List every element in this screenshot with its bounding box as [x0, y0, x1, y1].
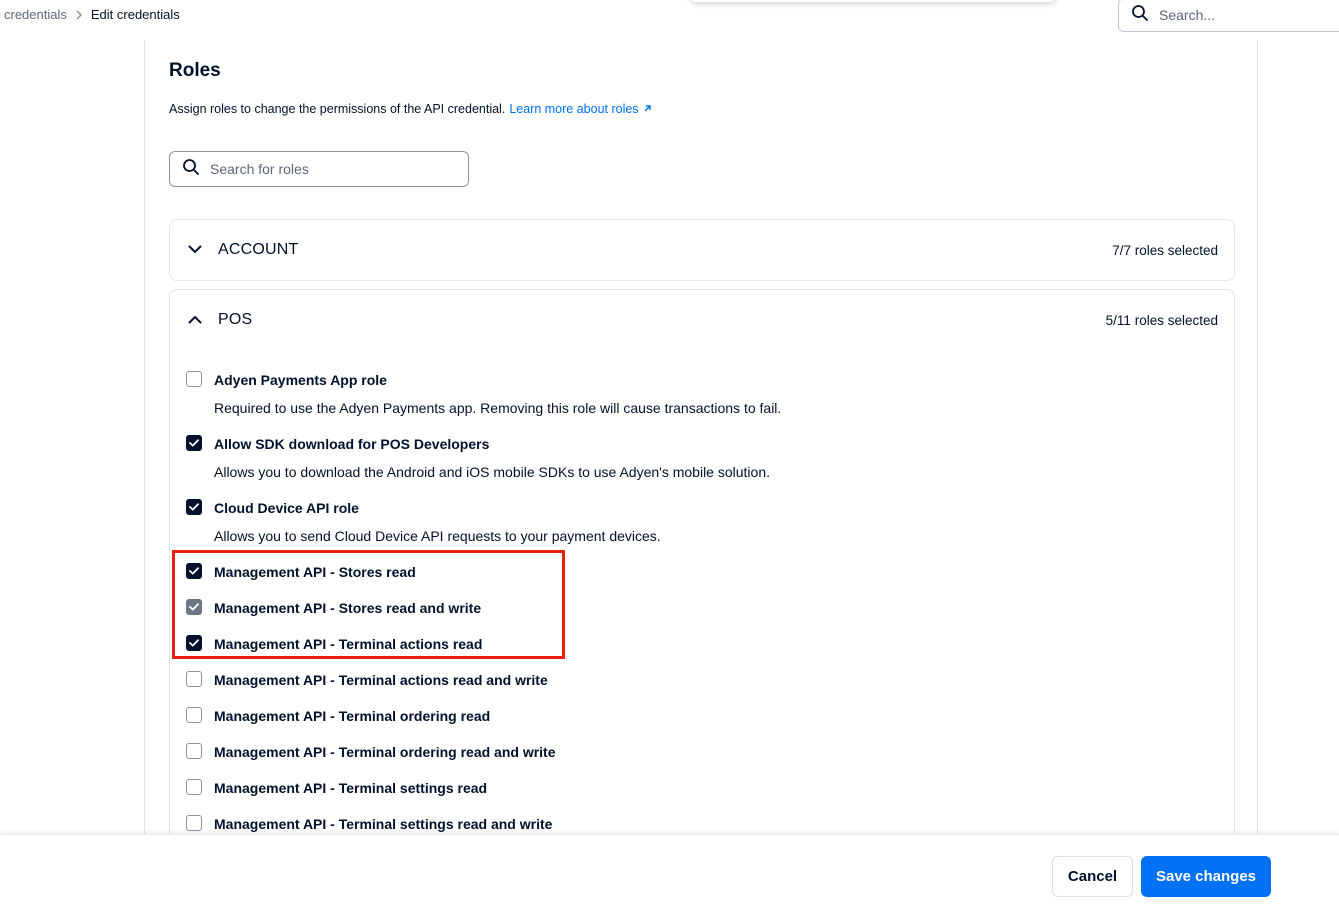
dropdown-popover-edge	[690, 0, 1056, 2]
role-group-account-header[interactable]: ACCOUNT 7/7 roles selected	[170, 220, 1234, 280]
role-item: Management API - Terminal ordering read …	[170, 734, 1234, 770]
role-group-name: POS	[218, 311, 253, 328]
role-checkbox[interactable]	[186, 635, 202, 651]
role-item: Management API - Stores read and write	[170, 590, 1234, 626]
role-label: Cloud Device API role	[214, 500, 359, 516]
learn-more-link[interactable]: Learn more about roles	[509, 102, 651, 116]
role-item: Management API - Terminal settings read	[170, 770, 1234, 806]
checkmark-icon	[189, 567, 199, 575]
role-checkbox[interactable]	[186, 815, 202, 831]
global-search-input[interactable]	[1159, 7, 1319, 23]
role-label: Management API - Terminal ordering read	[214, 708, 491, 724]
role-checkbox[interactable]	[186, 371, 202, 387]
role-label: Management API - Terminal settings read …	[214, 816, 553, 832]
global-search[interactable]	[1118, 0, 1339, 32]
role-group-name: ACCOUNT	[218, 241, 299, 258]
role-row[interactable]: Management API - Stores read	[170, 554, 1234, 590]
checkmark-icon	[189, 603, 199, 611]
role-list: Adyen Payments App role Required to use …	[170, 362, 1234, 842]
role-group-account: ACCOUNT 7/7 roles selected	[169, 219, 1235, 281]
role-row[interactable]: Management API - Terminal ordering read …	[170, 734, 1234, 770]
role-item: Management API - Terminal actions read a…	[170, 662, 1234, 698]
roles-description: Assign roles to change the permissions o…	[169, 102, 652, 116]
search-icon	[182, 158, 200, 181]
role-item: Management API - Stores read	[170, 554, 1234, 590]
role-group-count: 5/11 roles selected	[1105, 312, 1218, 328]
role-checkbox[interactable]	[186, 563, 202, 579]
role-row[interactable]: Adyen Payments App role	[170, 362, 1234, 398]
roles-description-text: Assign roles to change the permissions o…	[169, 102, 506, 116]
role-description: Required to use the Adyen Payments app. …	[214, 400, 782, 416]
role-item: Allow SDK download for POS Developers Al…	[170, 426, 1234, 490]
role-checkbox[interactable]	[186, 779, 202, 795]
chevron-down-icon	[186, 240, 204, 258]
role-checkbox[interactable]	[186, 499, 202, 515]
role-label: Allow SDK download for POS Developers	[214, 436, 490, 452]
role-row[interactable]: Management API - Terminal actions read a…	[170, 662, 1234, 698]
chevron-up-icon	[186, 310, 204, 328]
role-label: Management API - Stores read and write	[214, 600, 482, 616]
checkmark-icon	[189, 639, 199, 647]
cancel-button[interactable]: Cancel	[1052, 856, 1133, 897]
role-row[interactable]: Cloud Device API role	[170, 490, 1234, 526]
role-checkbox[interactable]	[186, 743, 202, 759]
roles-title: Roles	[169, 60, 221, 81]
role-row[interactable]: Management API - Terminal settings read	[170, 770, 1234, 806]
role-checkbox[interactable]	[186, 435, 202, 451]
role-group-count: 7/7 roles selected	[1112, 242, 1218, 258]
save-changes-button[interactable]: Save changes	[1141, 856, 1271, 897]
role-checkbox[interactable]	[186, 671, 202, 687]
breadcrumb-current: Edit credentials	[90, 7, 180, 22]
role-label: Management API - Stores read	[214, 564, 416, 580]
role-item: Cloud Device API role Allows you to send…	[170, 490, 1234, 554]
role-search-field[interactable]	[169, 151, 469, 187]
role-row[interactable]: Management API - Stores read and write	[170, 590, 1234, 626]
role-label: Adyen Payments App role	[214, 372, 387, 388]
chevron-right-icon	[75, 9, 83, 20]
role-checkbox[interactable]	[186, 599, 202, 615]
role-label: Management API - Terminal actions read a…	[214, 672, 548, 688]
role-group-pos: POS 5/11 roles selected Adyen Payments A…	[169, 289, 1235, 889]
role-label: Management API - Terminal actions read	[214, 636, 483, 652]
role-row[interactable]: Allow SDK download for POS Developers	[170, 426, 1234, 462]
role-description: Allows you to download the Android and i…	[214, 464, 770, 480]
bottom-action-bar: Cancel Save changes	[0, 834, 1339, 912]
checkmark-icon	[189, 503, 199, 511]
role-description: Allows you to send Cloud Device API requ…	[214, 528, 661, 544]
checkmark-icon	[189, 439, 199, 447]
role-row[interactable]: Management API - Terminal ordering read	[170, 698, 1234, 734]
role-row[interactable]: Management API - Terminal actions read	[170, 626, 1234, 662]
role-label: Management API - Terminal settings read	[214, 780, 488, 796]
role-search-input[interactable]	[210, 161, 450, 177]
learn-more-label: Learn more about roles	[509, 102, 639, 116]
role-item: Management API - Terminal actions read	[170, 626, 1234, 662]
role-item: Adyen Payments App role Required to use …	[170, 362, 1234, 426]
search-icon	[1131, 4, 1149, 27]
role-label: Management API - Terminal ordering read …	[214, 744, 556, 760]
top-bar: credentials Edit credentials	[0, 0, 1339, 32]
breadcrumb-credentials-link[interactable]: credentials	[4, 7, 67, 22]
roles-card: Roles Assign roles to change the permiss…	[144, 40, 1258, 889]
external-link-icon	[643, 102, 652, 116]
breadcrumb: credentials Edit credentials	[4, 7, 180, 22]
role-checkbox[interactable]	[186, 707, 202, 723]
role-item: Management API - Terminal ordering read	[170, 698, 1234, 734]
role-group-pos-header[interactable]: POS 5/11 roles selected	[170, 290, 1234, 350]
